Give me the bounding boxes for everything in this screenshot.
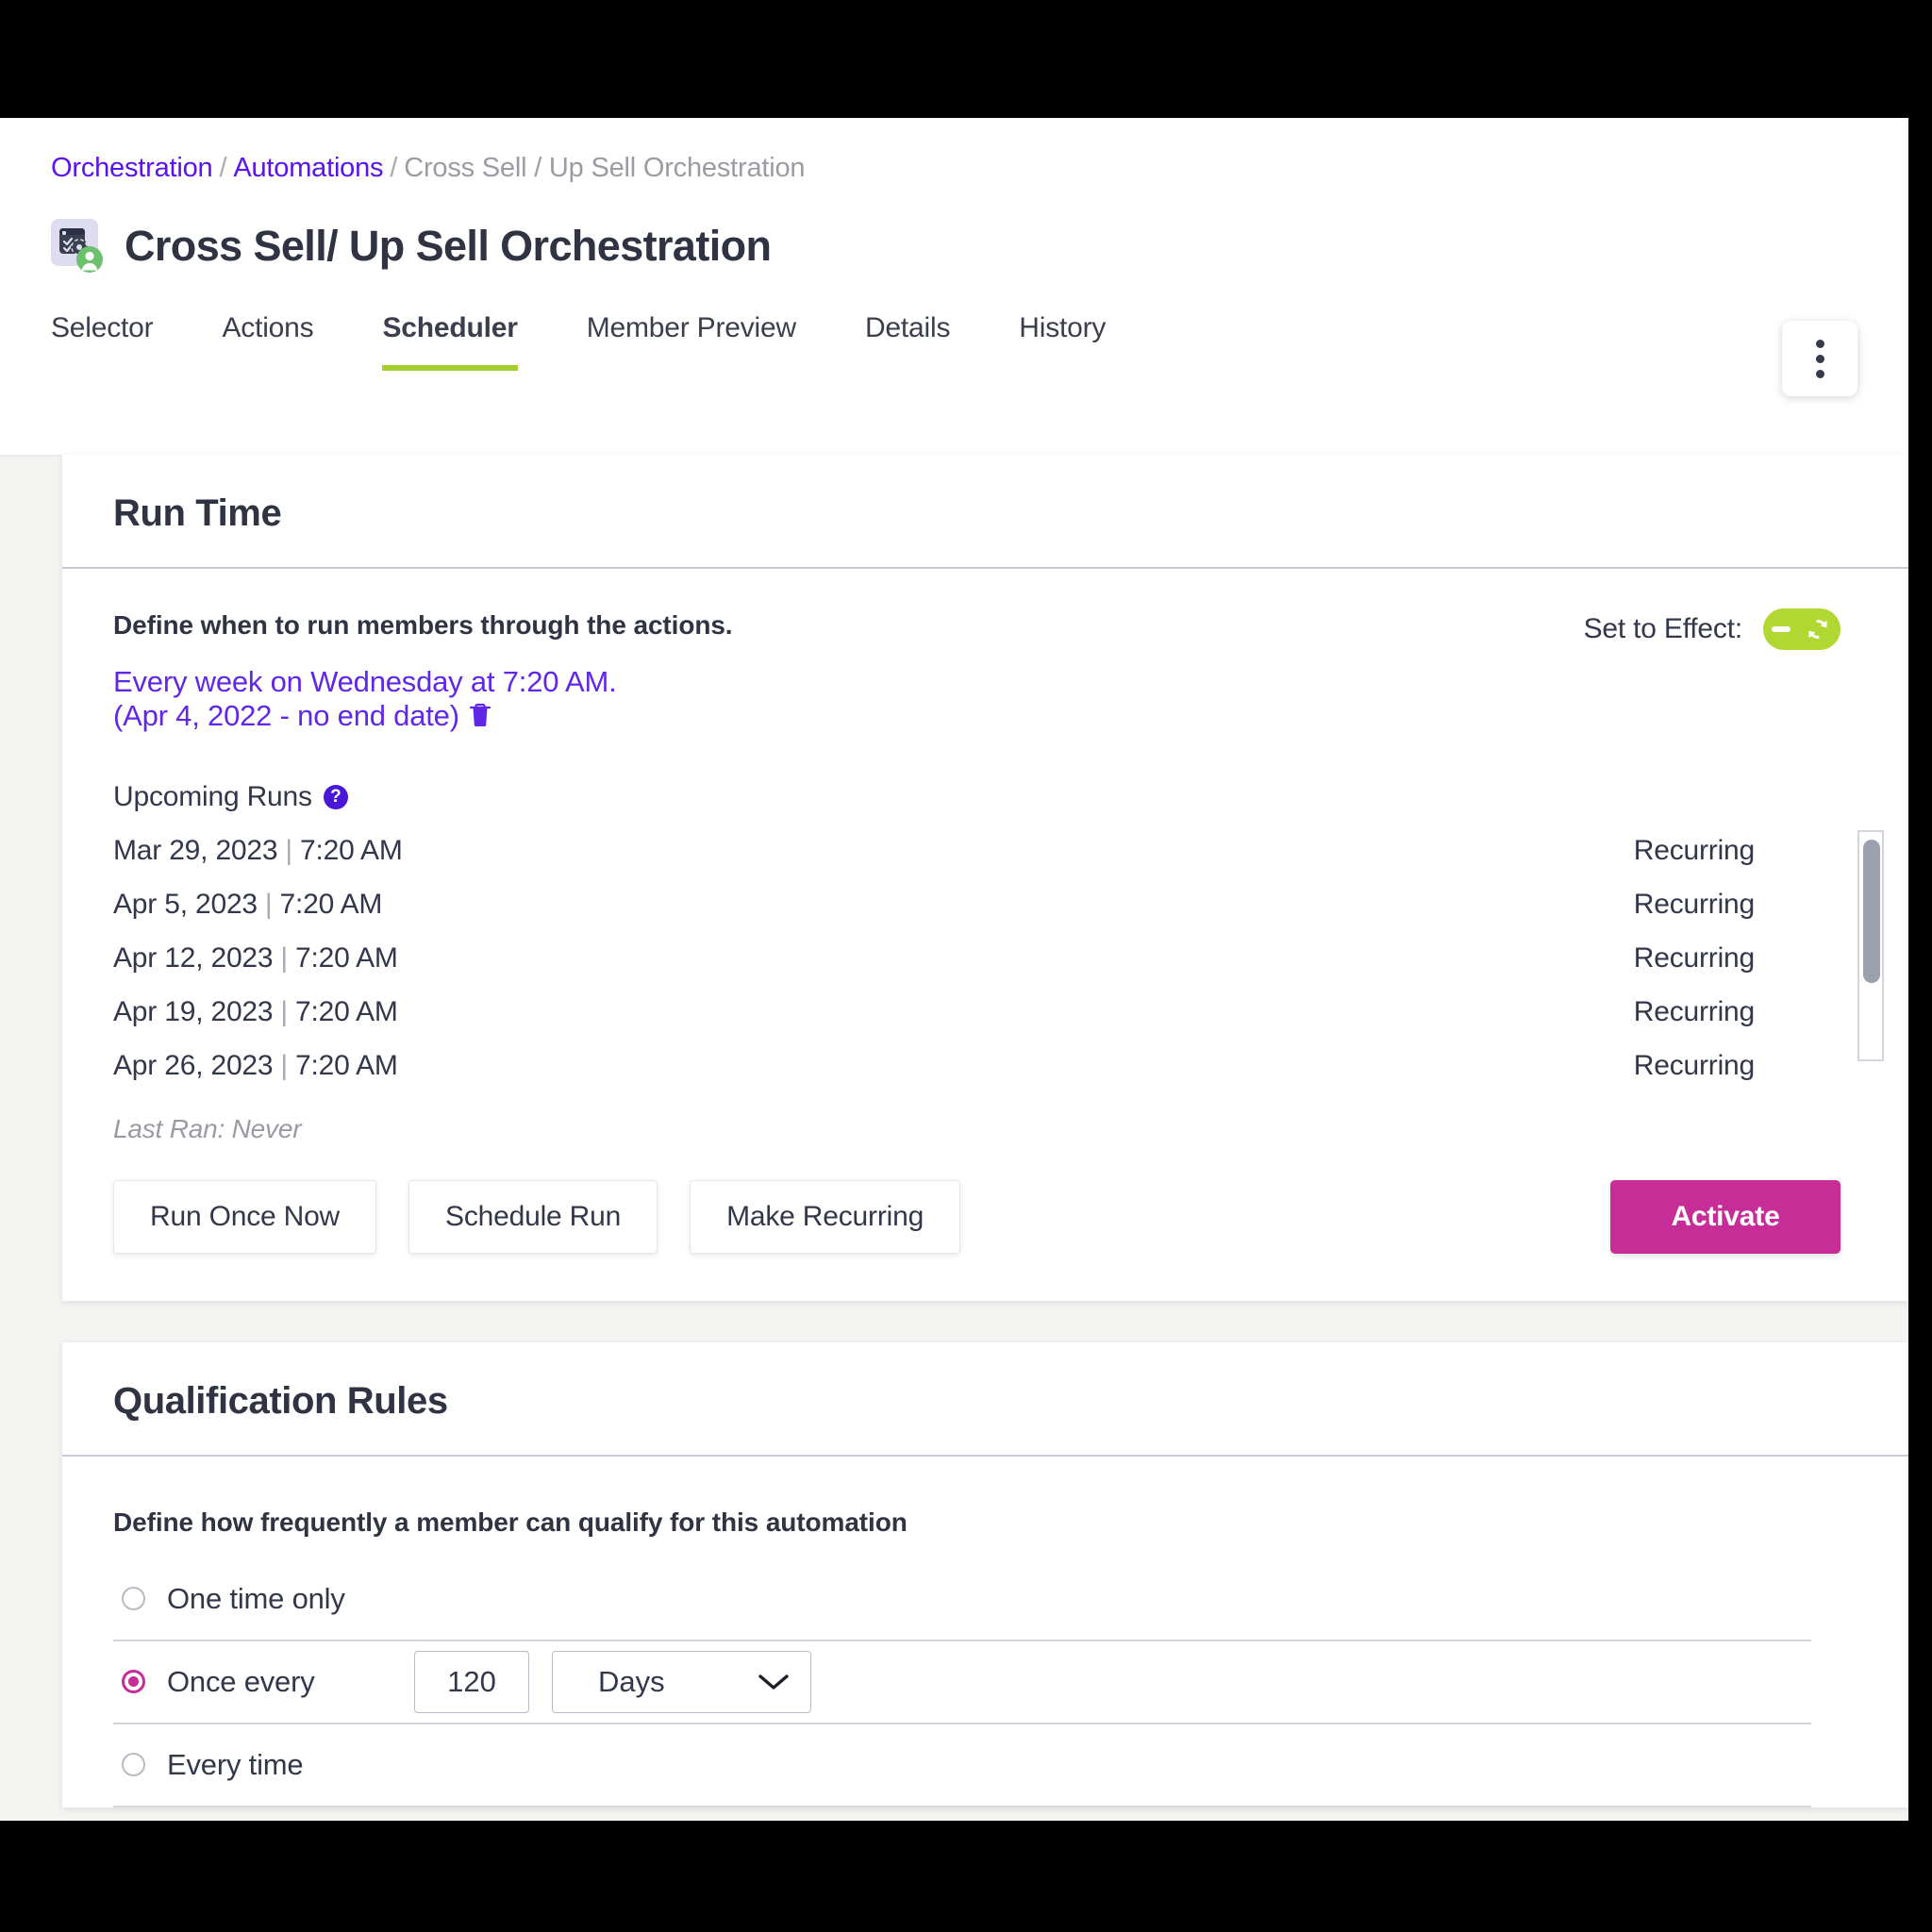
run-kind: Recurring bbox=[1633, 889, 1755, 921]
title-row: Cross Sell/ Up Sell Orchestration bbox=[51, 216, 1857, 276]
option-label: Once every bbox=[167, 1664, 315, 1698]
interval-unit-value: Days bbox=[598, 1664, 665, 1698]
list-item: Apr 19, 2023 | 7:20 AM Recurring bbox=[113, 996, 1755, 1028]
upcoming-runs-scrollbar[interactable] bbox=[1857, 829, 1884, 1061]
schedule-run-button[interactable]: Schedule Run bbox=[408, 1179, 658, 1254]
option-every-time[interactable]: Every time bbox=[113, 1724, 1811, 1807]
run-kind: Recurring bbox=[1633, 996, 1755, 1028]
kebab-menu-icon[interactable] bbox=[1782, 321, 1857, 396]
toggle-dash-icon bbox=[1772, 626, 1790, 632]
run-date: Apr 26, 2023 bbox=[113, 1050, 274, 1082]
option-once-every[interactable]: Once every 120 Days bbox=[113, 1641, 1811, 1724]
schedule-summary-line2: (Apr 4, 2022 - no end date) bbox=[113, 698, 459, 732]
tab-details[interactable]: Details bbox=[865, 312, 951, 371]
list-item: Apr 26, 2023 | 7:20 AM Recurring bbox=[113, 1050, 1755, 1082]
activate-button[interactable]: Activate bbox=[1610, 1179, 1840, 1254]
radio-one-time-only[interactable] bbox=[122, 1587, 145, 1611]
qualification-rules-card-title: Qualification Rules bbox=[62, 1342, 1908, 1457]
help-icon[interactable]: ? bbox=[323, 784, 348, 809]
run-kind: Recurring bbox=[1633, 942, 1755, 974]
breadcrumb-item-current: Cross Sell / Up Sell Orchestration bbox=[404, 153, 806, 183]
run-time-value: 7:20 AM bbox=[295, 996, 398, 1028]
qualification-rules-card: Qualification Rules Define how frequentl… bbox=[62, 1341, 1908, 1807]
run-time-card-body: Define when to run members through the a… bbox=[62, 569, 1908, 1301]
upcoming-runs-label-row: Upcoming Runs ? bbox=[113, 781, 1908, 813]
trash-icon[interactable] bbox=[468, 702, 492, 736]
run-time-value: 7:20 AM bbox=[295, 1050, 398, 1082]
option-label: Every time bbox=[167, 1747, 304, 1781]
breadcrumb-item-orchestration[interactable]: Orchestration bbox=[51, 153, 213, 183]
breadcrumb: Orchestration / Automations / Cross Sell / U… bbox=[51, 118, 1857, 184]
tab-selector[interactable]: Selector bbox=[51, 312, 154, 371]
member-avatar-icon bbox=[76, 246, 103, 273]
interval-unit-select[interactable]: Days bbox=[552, 1650, 811, 1713]
chevron-down-icon bbox=[758, 1674, 789, 1690]
run-time-card-title: Run Time bbox=[62, 455, 1908, 569]
set-to-effect-toggle[interactable] bbox=[1763, 608, 1840, 650]
set-to-effect-label: Set to Effect: bbox=[1583, 613, 1743, 644]
scrollbar-thumb[interactable] bbox=[1863, 839, 1880, 983]
list-item: Apr 12, 2023 | 7:20 AM Recurring bbox=[113, 942, 1755, 974]
run-kind: Recurring bbox=[1633, 835, 1755, 867]
run-time-card: Run Time Define when to run members thro… bbox=[62, 455, 1908, 1301]
qualification-define-text: Define how frequently a member can quali… bbox=[113, 1507, 908, 1537]
tab-actions[interactable]: Actions bbox=[222, 312, 313, 371]
interval-value-input[interactable]: 120 bbox=[414, 1650, 529, 1713]
list-item: Mar 29, 2023 | 7:20 AM Recurring bbox=[113, 835, 1755, 867]
run-once-now-button[interactable]: Run Once Now bbox=[113, 1179, 377, 1254]
run-kind: Recurring bbox=[1633, 1050, 1755, 1082]
run-date: Apr 12, 2023 bbox=[113, 942, 274, 974]
page-header: Orchestration / Automations / Cross Sell / U… bbox=[0, 118, 1908, 396]
recurring-refresh-icon bbox=[1808, 619, 1827, 640]
app-window: Orchestration / Automations / Cross Sell / U… bbox=[0, 118, 1908, 1821]
breadcrumb-item-automations[interactable]: Automations bbox=[233, 153, 383, 183]
checklist-gear-icon bbox=[51, 219, 106, 274]
run-date: Mar 29, 2023 bbox=[113, 835, 278, 867]
radio-every-time[interactable] bbox=[122, 1753, 145, 1777]
list-item: Apr 5, 2023 | 7:20 AM Recurring bbox=[113, 889, 1755, 921]
option-one-time-only[interactable]: One time only bbox=[113, 1558, 1811, 1641]
option-label: One time only bbox=[167, 1581, 345, 1615]
schedule-summary[interactable]: Every week on Wednesday at 7:20 AM. (Apr… bbox=[113, 665, 1908, 736]
run-time-value: 7:20 AM bbox=[279, 889, 383, 921]
upcoming-runs-list: Mar 29, 2023 | 7:20 AM Recurring Apr 5, 20… bbox=[113, 824, 1884, 1093]
last-ran-status: Last Ran: Never bbox=[113, 1113, 302, 1143]
run-time-value: 7:20 AM bbox=[299, 835, 403, 867]
run-date: Apr 19, 2023 bbox=[113, 996, 274, 1028]
breadcrumb-separator: / bbox=[390, 153, 398, 183]
tab-bar: Selector Actions Scheduler Member Previe… bbox=[51, 305, 1857, 371]
qualification-rules-body: Define how frequently a member can quali… bbox=[62, 1457, 1908, 1807]
page-title: Cross Sell/ Up Sell Orchestration bbox=[125, 222, 772, 270]
make-recurring-button[interactable]: Make Recurring bbox=[690, 1179, 961, 1254]
tab-scheduler[interactable]: Scheduler bbox=[382, 312, 518, 371]
radio-once-every[interactable] bbox=[122, 1670, 145, 1694]
run-time-value: 7:20 AM bbox=[295, 942, 398, 974]
run-time-actions: Run Once Now Schedule Run Make Recurring… bbox=[113, 1179, 1908, 1301]
breadcrumb-separator: / bbox=[219, 153, 227, 183]
page-body: Run Time Define when to run members thro… bbox=[0, 455, 1908, 1821]
qualification-options: One time only Once every 120 Days Every … bbox=[113, 1558, 1811, 1807]
tab-history[interactable]: History bbox=[1019, 312, 1106, 371]
tab-member-preview[interactable]: Member Preview bbox=[587, 312, 796, 371]
schedule-summary-line1: Every week on Wednesday at 7:20 AM. bbox=[113, 665, 617, 698]
set-to-effect-control: Set to Effect: bbox=[1584, 608, 1840, 650]
run-date: Apr 5, 2023 bbox=[113, 889, 258, 921]
upcoming-runs-label: Upcoming Runs bbox=[113, 780, 312, 812]
